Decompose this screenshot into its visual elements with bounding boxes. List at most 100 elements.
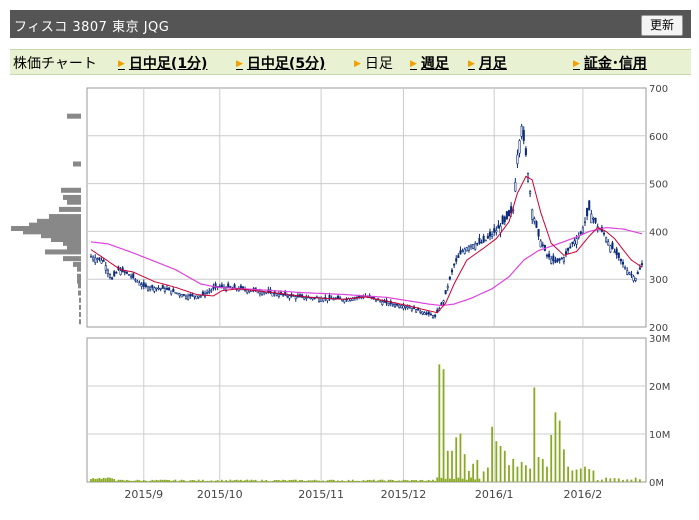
volume-bar xyxy=(330,479,333,482)
candle-body xyxy=(89,255,93,258)
candle-body xyxy=(450,269,454,273)
volume-bar xyxy=(214,480,217,482)
tab-margin-credit[interactable]: ▶ 証金･信用 xyxy=(573,53,647,73)
candle-body xyxy=(206,292,209,294)
volume-bar xyxy=(465,479,468,482)
tab-label: 日中足(1分) xyxy=(128,56,208,72)
candle-body xyxy=(571,242,574,244)
candle-body xyxy=(592,217,595,220)
volume-bar xyxy=(94,478,97,482)
volume-bar xyxy=(442,369,445,482)
tab-monthly[interactable]: ▶ 月足 xyxy=(468,53,507,73)
tab-daily[interactable]: ▶ 日足 xyxy=(354,53,393,73)
volume-bar xyxy=(379,479,382,482)
candle-body xyxy=(396,303,399,306)
tab-intraday-1min[interactable]: ▶ 日中足(1分) xyxy=(118,53,207,73)
volume-bar xyxy=(212,481,215,482)
candle-body xyxy=(130,275,133,278)
arrow-right-icon: ▶ xyxy=(468,59,475,69)
volume-bar xyxy=(326,480,329,482)
volume-bar xyxy=(476,459,479,482)
price-band-bar xyxy=(77,273,81,279)
price-band-bar xyxy=(77,266,81,272)
refresh-button[interactable]: 更新 xyxy=(641,15,683,36)
volume-bar xyxy=(159,479,162,482)
volume-bar xyxy=(550,434,553,482)
volume-bar xyxy=(229,479,232,482)
tab-intraday-5min[interactable]: ▶ 日中足(5分) xyxy=(236,53,325,73)
volume-bar xyxy=(254,479,257,482)
candle-body xyxy=(442,300,445,303)
volume-bar xyxy=(444,478,447,482)
volume-bar xyxy=(128,480,130,482)
volume-bar xyxy=(239,479,242,482)
volume-bar xyxy=(115,481,118,482)
volume-bar xyxy=(98,477,101,482)
volume-bar xyxy=(280,480,282,482)
volume-bar xyxy=(622,479,624,482)
candle-body xyxy=(106,269,109,275)
volume-bar xyxy=(311,480,314,482)
volume-bar xyxy=(261,479,263,482)
candle-body xyxy=(220,284,223,288)
candle-body xyxy=(100,259,103,264)
candle-body xyxy=(163,288,166,292)
volume-bar xyxy=(381,479,384,482)
tab-label: 週足 xyxy=(420,56,449,72)
price-tick-label: 400 xyxy=(649,227,668,238)
volume-bar xyxy=(575,469,578,482)
volume-bar xyxy=(199,480,202,482)
candle-body xyxy=(636,272,639,275)
tab-weekly[interactable]: ▶ 週足 xyxy=(410,53,449,73)
candle-body xyxy=(140,284,143,287)
candle-body xyxy=(379,300,382,303)
volume-bar xyxy=(140,481,143,482)
candle-body xyxy=(529,191,532,194)
volume-bar xyxy=(362,480,365,482)
price-volume-histogram xyxy=(11,113,81,325)
volume-bar xyxy=(512,458,515,482)
candle-body xyxy=(482,236,485,243)
volume-bar xyxy=(231,480,234,482)
candle-body xyxy=(617,252,620,258)
volume-bar xyxy=(242,480,244,482)
volume-bar xyxy=(263,480,266,482)
volume-bar xyxy=(104,478,107,482)
volume-bar xyxy=(273,479,276,482)
volume-bar xyxy=(309,480,312,482)
candle-body xyxy=(461,250,464,252)
candle-body xyxy=(151,285,154,288)
candle-body xyxy=(427,311,430,315)
volume-bar xyxy=(303,480,306,482)
candle-body xyxy=(609,245,612,253)
candle-body xyxy=(583,221,587,224)
volume-bar xyxy=(499,446,502,482)
candle-body xyxy=(406,306,409,309)
volume-bar xyxy=(588,469,591,482)
candle-body xyxy=(569,246,572,249)
volume-bar xyxy=(256,481,259,482)
volume-bar xyxy=(220,479,223,482)
price-band-bar xyxy=(67,244,81,250)
candle-body xyxy=(197,295,200,298)
candle-body xyxy=(431,315,435,318)
volume-bar xyxy=(432,479,434,482)
candle-body xyxy=(474,243,477,250)
candle-body xyxy=(476,242,479,245)
volume-bar xyxy=(360,481,363,482)
volume-bar xyxy=(402,479,405,482)
volume-bar xyxy=(339,481,342,482)
volume-bar xyxy=(396,480,399,482)
candle-body xyxy=(556,258,559,262)
candle-body xyxy=(548,253,551,258)
price-band-bar xyxy=(78,290,81,296)
volume-bar xyxy=(168,479,171,482)
volume-bar xyxy=(600,479,603,482)
volume-bar xyxy=(457,477,460,482)
candle-body xyxy=(575,238,578,245)
volume-bar xyxy=(296,481,299,482)
volume-bar xyxy=(427,479,430,482)
candle-body xyxy=(564,251,568,255)
volume-bar xyxy=(102,477,105,482)
price-band-bar xyxy=(63,256,81,262)
